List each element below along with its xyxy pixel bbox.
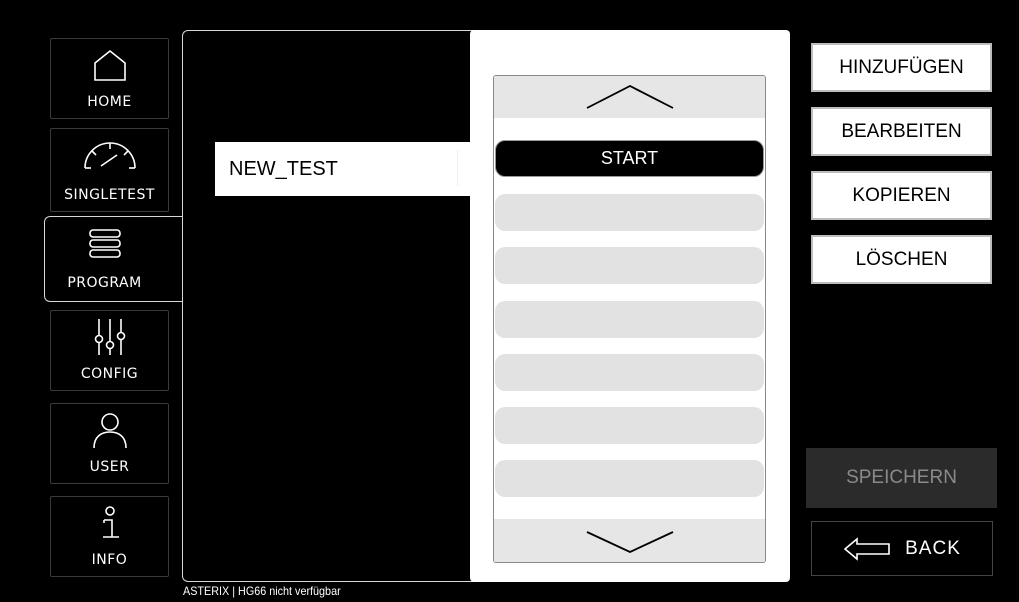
- delete-button[interactable]: LÖSCHEN: [811, 235, 992, 284]
- arrow-left-icon: [843, 536, 890, 561]
- program-panel: [182, 30, 482, 582]
- gauge-icon: [51, 135, 168, 175]
- delete-button-label: LÖSCHEN: [855, 248, 948, 270]
- program-name-field[interactable]: NEW_TEST: [215, 142, 472, 196]
- sliders-icon: [51, 317, 168, 357]
- chevron-down-icon: [586, 531, 673, 553]
- scroll-down-button[interactable]: [494, 519, 765, 562]
- back-button-label: BACK: [905, 537, 961, 559]
- list-item[interactable]: [495, 407, 764, 444]
- list-item[interactable]: [495, 354, 764, 391]
- program-name-value: NEW_TEST: [229, 157, 338, 180]
- nav-program-label: PROGRAM: [67, 275, 142, 291]
- nav-config-label: CONFIG: [80, 366, 139, 382]
- edit-button[interactable]: BEARBEITEN: [811, 107, 992, 156]
- list-item[interactable]: START: [495, 140, 764, 177]
- nav-singletest-button[interactable]: SINGLETEST: [50, 128, 169, 212]
- add-button-label: HINZUFÜGEN: [839, 56, 964, 78]
- nav-info-button[interactable]: INFO: [50, 496, 169, 577]
- copy-button[interactable]: KOPIEREN: [811, 171, 992, 220]
- back-button[interactable]: BACK: [811, 521, 993, 576]
- user-icon: [51, 410, 168, 450]
- list-item[interactable]: [495, 247, 764, 284]
- steps-list[interactable]: START: [493, 75, 766, 563]
- add-button[interactable]: HINZUFÜGEN: [811, 43, 992, 92]
- save-button-label: SPEICHERN: [846, 467, 957, 488]
- nav-home-button[interactable]: HOME: [50, 38, 169, 119]
- home-icon: [51, 45, 168, 85]
- nav-user-label: USER: [89, 459, 130, 475]
- copy-button-label: KOPIEREN: [852, 184, 951, 206]
- list-item[interactable]: [495, 460, 764, 497]
- nav-info-label: INFO: [91, 552, 128, 568]
- field-divider: [457, 150, 458, 186]
- nav-singletest-label: SINGLETEST: [64, 187, 155, 203]
- status-bar-text: ASTERIX | HG66 nicht verfügbar: [183, 584, 341, 598]
- nav-home-label: HOME: [87, 94, 132, 110]
- list-item[interactable]: [495, 301, 764, 338]
- list-item[interactable]: [495, 194, 764, 231]
- edit-button-label: BEARBEITEN: [841, 120, 962, 142]
- nav-config-button[interactable]: CONFIG: [50, 310, 169, 391]
- nav-user-button[interactable]: USER: [50, 403, 169, 484]
- step-label: START: [600, 148, 659, 168]
- nav-program-button[interactable]: PROGRAM: [44, 216, 186, 302]
- scroll-up-button[interactable]: [494, 76, 765, 118]
- info-icon: [51, 503, 168, 543]
- chevron-up-icon: [586, 84, 673, 109]
- program-list-icon: [45, 225, 164, 263]
- save-button[interactable]: SPEICHERN: [806, 448, 997, 508]
